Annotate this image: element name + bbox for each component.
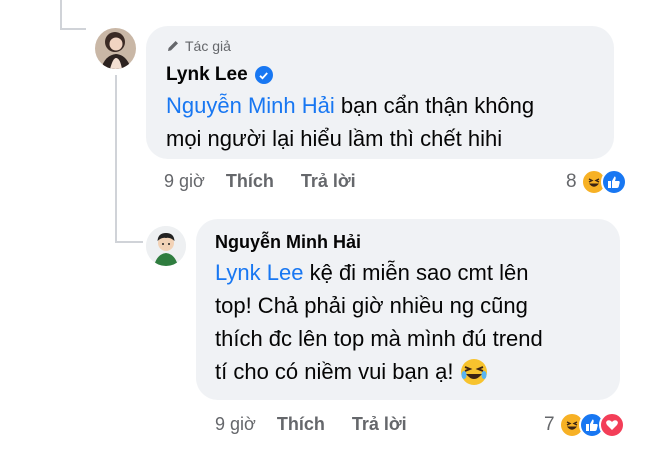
- like-icon: [600, 169, 627, 195]
- avatar-image: [95, 28, 136, 69]
- mention-link[interactable]: Lynk Lee: [215, 260, 303, 285]
- avatar-image: [146, 226, 186, 266]
- pencil-icon: [168, 41, 178, 51]
- author-badge-label: Tác giả: [185, 38, 231, 54]
- comment-bubble: Nguyễn Minh Hải Lynk Lee kệ đi miễn sao …: [196, 219, 620, 400]
- author-badge: Tác giả: [166, 38, 231, 54]
- reaction-count: 8: [566, 171, 577, 192]
- comment-author[interactable]: Lynk Lee: [166, 64, 248, 86]
- reaction-summary[interactable]: 7: [544, 412, 625, 438]
- comment-time[interactable]: 9 giờ: [215, 414, 256, 435]
- reaction-count: 7: [544, 414, 555, 435]
- comment-text: Lynk Lee kệ đi miễn sao cmt lên top! Chả…: [215, 260, 543, 386]
- comment-actions: 9 giờ Thích Trả lời: [164, 171, 356, 192]
- comment-time[interactable]: 9 giờ: [164, 171, 205, 192]
- love-icon: [598, 412, 625, 438]
- thread-line: [115, 241, 143, 243]
- like-button[interactable]: Thích: [277, 414, 325, 435]
- verified-icon: [254, 66, 273, 84]
- thread-line: [115, 75, 117, 243]
- thread-line: [60, 28, 86, 30]
- comment-text: Nguyễn Minh Hải bạn cẩn thận không mọi n…: [166, 93, 535, 151]
- reply-button[interactable]: Trả lời: [301, 171, 356, 192]
- laughing-emoji-icon: [460, 358, 488, 386]
- comment-actions: 9 giờ Thích Trả lời: [215, 414, 407, 435]
- comment-bubble: Tác giả Lynk Lee Nguyễn Minh Hải bạn cẩn…: [146, 26, 614, 159]
- reply-button[interactable]: Trả lời: [352, 414, 407, 435]
- mention-link[interactable]: Nguyễn Minh Hải: [166, 93, 335, 118]
- avatar[interactable]: [95, 28, 136, 69]
- like-button[interactable]: Thích: [226, 171, 274, 192]
- reaction-summary[interactable]: 8: [566, 169, 627, 195]
- avatar[interactable]: [146, 226, 186, 266]
- thread-line: [60, 0, 62, 28]
- comment-author[interactable]: Nguyễn Minh Hải: [215, 232, 361, 253]
